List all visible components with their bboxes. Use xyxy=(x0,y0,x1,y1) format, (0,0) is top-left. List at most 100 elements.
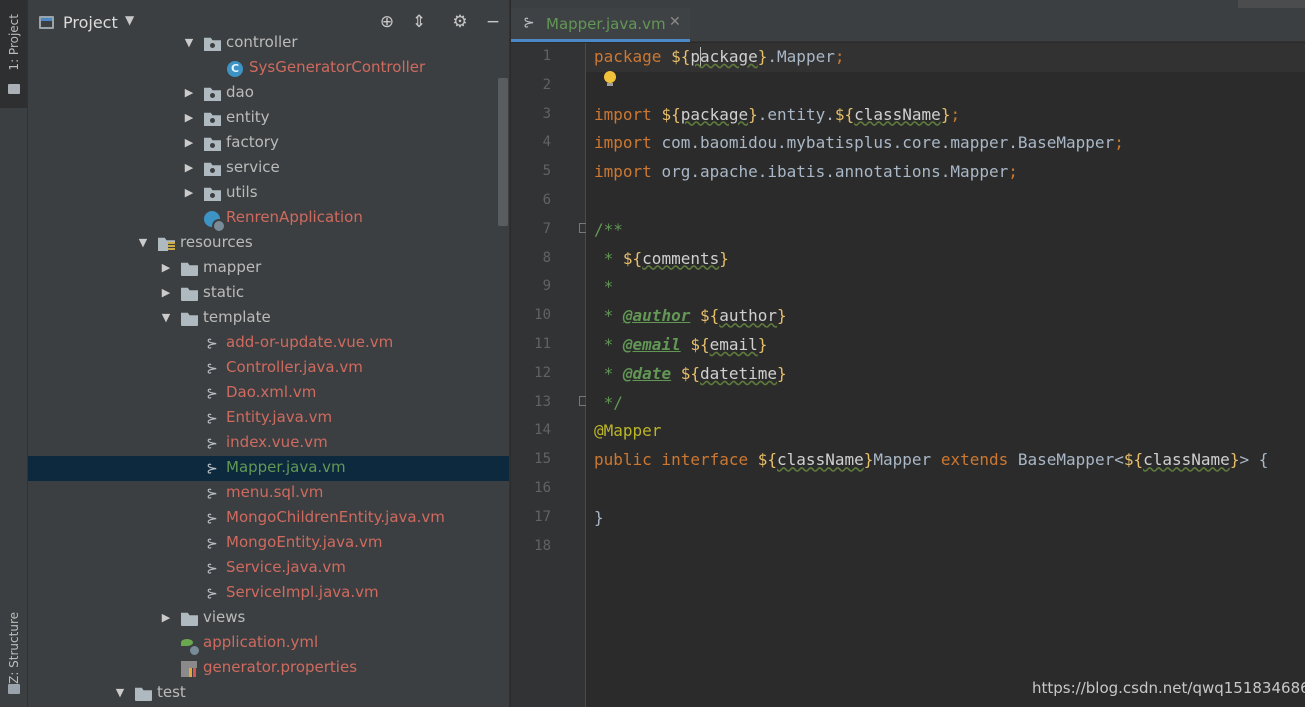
velocity-file-icon: ⊱ xyxy=(206,336,218,352)
tree-item[interactable]: ▼ controller xyxy=(28,31,509,56)
chevron-right-icon[interactable]: ▶ xyxy=(183,161,195,174)
code-token: ; xyxy=(950,104,961,124)
code-token: @Mapper xyxy=(594,421,662,441)
code-token: ${ xyxy=(757,450,778,470)
tree-item[interactable]: C SysGeneratorController xyxy=(28,56,509,81)
tree-item[interactable]: ⊱ Mapper.java.vm xyxy=(28,456,509,481)
tree-item[interactable]: ▼ test xyxy=(28,681,509,706)
chevron-right-icon[interactable]: ▶ xyxy=(183,86,195,99)
code-token: ; xyxy=(1114,133,1124,153)
locate-icon[interactable]: ⊕ xyxy=(376,11,398,33)
tool-window-strip: 1: Project Z: Structure xyxy=(0,0,28,707)
code-token: BaseMapper< xyxy=(1017,450,1124,470)
tree-item[interactable]: ▶ dao xyxy=(28,81,509,106)
code-token: ${ xyxy=(671,47,691,66)
code-token: ; xyxy=(834,47,845,66)
structure-tool-tab-label: Z: Structure xyxy=(7,612,21,684)
code-token: } xyxy=(748,104,758,124)
chevron-right-icon[interactable]: ▶ xyxy=(183,136,195,149)
line-number: 10 xyxy=(534,307,551,324)
tree-item[interactable]: ⊱ MongoEntity.java.vm xyxy=(28,531,509,556)
tree-item[interactable]: ▶ service xyxy=(28,156,509,181)
package-folder-icon xyxy=(204,87,221,101)
editor-tab-mapper[interactable]: ⊱ Mapper.java.vm ✕ xyxy=(511,8,690,42)
tree-item[interactable]: ▶ mapper xyxy=(28,256,509,281)
project-tool-tab[interactable]: 1: Project xyxy=(0,0,27,108)
tree-item-label: application.yml xyxy=(203,633,319,651)
code-editor[interactable]: package ${package}.Mapper; import ${packa… xyxy=(586,43,1305,707)
code-token: ; xyxy=(1008,162,1018,182)
tree-item[interactable]: ▶ factory xyxy=(28,131,509,156)
code-token: } xyxy=(1229,450,1240,470)
tree-item-label: add-or-update.vue.vm xyxy=(226,333,394,351)
tree-item[interactable]: ▶ views xyxy=(28,606,509,631)
velocity-file-icon: ⊱ xyxy=(523,15,535,31)
tree-item-label: Controller.java.vm xyxy=(226,358,363,376)
code-token: package xyxy=(594,47,672,66)
folder-icon xyxy=(181,612,198,626)
tree-item[interactable]: application.yml xyxy=(28,631,509,657)
tree-item-label: generator.properties xyxy=(203,658,358,676)
tree-item[interactable]: ⊱ Service.java.vm xyxy=(28,556,509,581)
tree-item[interactable]: ▼ template xyxy=(28,306,509,331)
chevron-down-icon[interactable]: ▼ xyxy=(114,686,126,699)
tree-item[interactable]: ⊱ Entity.java.vm xyxy=(28,406,509,431)
code-token: public interface xyxy=(594,450,758,470)
folder-icon xyxy=(181,312,198,326)
line-number: 18 xyxy=(534,537,551,554)
code-token: } xyxy=(863,450,874,470)
code-token: ${ xyxy=(834,104,855,124)
tree-item[interactable]: ▼ resources xyxy=(28,231,509,256)
tree-item[interactable]: ▶ static xyxy=(28,281,509,306)
tree-item[interactable]: ▶ utils xyxy=(28,181,509,206)
code-token: ${ xyxy=(690,335,710,354)
tree-item[interactable]: ⊱ MongoChildrenEntity.java.vm xyxy=(28,506,509,531)
line-number: 17 xyxy=(534,508,551,525)
chevron-right-icon[interactable]: ▶ xyxy=(183,111,195,124)
chevron-down-icon[interactable]: ▼ xyxy=(125,13,134,27)
tree-item[interactable]: ⊱ menu.sql.vm xyxy=(28,481,509,506)
project-view-selector[interactable]: Project xyxy=(63,13,118,32)
tree-item[interactable]: ⊱ ServiceImpl.java.vm xyxy=(28,581,509,606)
tree-item-label: static xyxy=(203,283,245,301)
gear-icon[interactable]: ⚙ xyxy=(449,11,471,33)
code-token: import xyxy=(594,133,662,153)
code-line: * @date ${datetime} xyxy=(594,364,787,383)
line-number: 8 xyxy=(542,249,551,266)
project-scrollbar[interactable] xyxy=(498,78,508,226)
chevron-down-icon[interactable]: ▼ xyxy=(160,311,172,324)
tree-item[interactable]: ▶ entity xyxy=(28,106,509,131)
chevron-down-icon[interactable]: ▼ xyxy=(183,36,195,49)
structure-tool-tab[interactable]: Z: Structure xyxy=(0,600,27,707)
tree-item[interactable]: ⊱ index.vue.vm xyxy=(28,431,509,456)
code-token: import xyxy=(594,104,662,124)
tree-item[interactable]: RenrenApplication xyxy=(28,206,509,233)
collapse-icon[interactable]: ⇕ xyxy=(408,11,430,33)
tree-item[interactable]: ⊱ Dao.xml.vm xyxy=(28,381,509,406)
code-line: * xyxy=(594,277,614,296)
spring-app-icon xyxy=(204,211,226,233)
lightbulb-icon[interactable] xyxy=(604,71,616,87)
code-token: } xyxy=(777,363,787,383)
folder-icon xyxy=(181,262,198,276)
tree-item[interactable]: ⊱ add-or-update.vue.vm xyxy=(28,331,509,356)
chevron-right-icon[interactable]: ▶ xyxy=(160,286,172,299)
minimize-icon[interactable]: − xyxy=(482,11,504,33)
code-token: * xyxy=(594,248,623,268)
chevron-right-icon[interactable]: ▶ xyxy=(183,186,195,199)
code-token: email xyxy=(709,335,758,354)
tree-item-label: entity xyxy=(226,108,270,126)
code-token: import xyxy=(594,162,662,182)
velocity-file-icon: ⊱ xyxy=(206,536,218,552)
velocity-file-icon: ⊱ xyxy=(206,386,218,402)
chevron-right-icon[interactable]: ▶ xyxy=(160,611,172,624)
tree-item[interactable]: generator.properties xyxy=(28,656,509,681)
line-number: 2 xyxy=(542,76,551,93)
close-icon[interactable]: ✕ xyxy=(669,14,681,30)
code-token: className xyxy=(777,450,864,470)
chevron-right-icon[interactable]: ▶ xyxy=(160,261,172,274)
tree-item[interactable]: ⊱ Controller.java.vm xyxy=(28,356,509,381)
line-number: 14 xyxy=(534,422,551,439)
code-token: package xyxy=(690,47,758,66)
chevron-down-icon[interactable]: ▼ xyxy=(137,236,149,249)
